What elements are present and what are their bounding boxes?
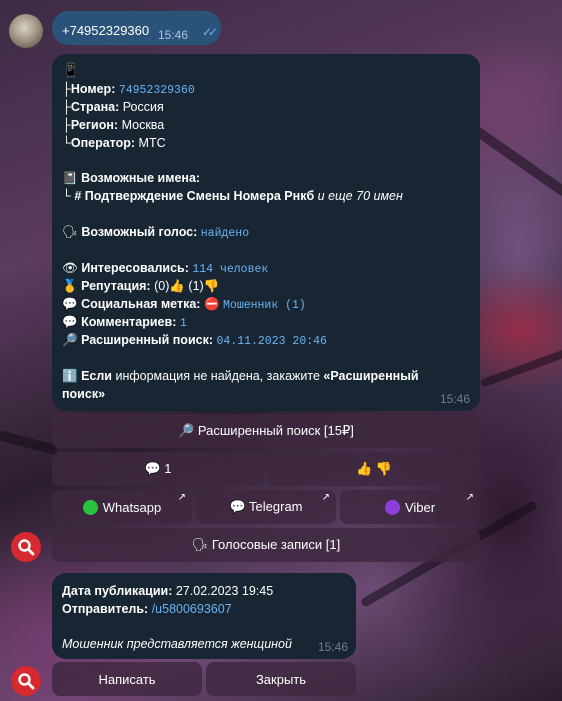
phone-value[interactable]: 74952329360: [119, 84, 195, 97]
social-label: Социальная метка:: [81, 297, 201, 311]
outgoing-text: +74952329360: [62, 23, 150, 38]
comment-text: Мошенник представляется женщиной: [62, 637, 292, 651]
info-quote-1: «Расширенный: [323, 369, 419, 383]
phone-label: ├Номер:: [62, 82, 116, 96]
speaking-head-icon: 🗣: [62, 225, 78, 239]
external-link-icon: ↗: [177, 492, 186, 503]
voice-records-button[interactable]: 🗣 Голосовые записи [1]: [52, 528, 480, 562]
eye-icon: 👁: [62, 261, 78, 275]
search-fab[interactable]: [11, 532, 41, 562]
medal-icon: 🥇: [62, 279, 78, 293]
sender-link[interactable]: /u5800693607: [152, 602, 232, 616]
comments-button[interactable]: 💬 1: [52, 452, 264, 486]
comment-message: Дата публикации: 27.02.2023 19:45 Отправ…: [52, 573, 356, 659]
rep-down-count: (1): [188, 279, 204, 293]
names-more: и еще 70 имен: [317, 189, 403, 203]
viber-button[interactable]: Viber ↗: [340, 490, 480, 524]
wallpaper-stroke: [480, 342, 562, 388]
info-text: информация не найдена, закажите: [111, 369, 324, 383]
info-icon: ℹ️: [62, 369, 78, 383]
interested-value: 114 человек: [192, 263, 269, 276]
reputation-label: Репутация:: [81, 279, 151, 293]
telegram-label: 💬 Telegram: [229, 499, 303, 514]
info-quote-2: поиск»: [62, 387, 106, 401]
voice-value: найдено: [200, 227, 250, 240]
outgoing-time: 15:46: [158, 28, 189, 42]
viber-label: Viber: [404, 499, 436, 515]
viber-icon: [384, 499, 400, 515]
thumbs-up-icon: 👍: [169, 279, 185, 293]
external-link-icon: ↗: [465, 492, 474, 503]
date-label: Дата публикации:: [62, 584, 173, 598]
sender-label: Отправитель:: [62, 602, 149, 616]
region-label: ├Регион:: [62, 118, 119, 132]
comments-label: Комментариев:: [81, 315, 177, 329]
comment-time: 15:46: [317, 640, 348, 654]
notebook-icon: 📓: [62, 171, 78, 185]
telegram-button[interactable]: 💬 Telegram ↗: [196, 490, 336, 524]
country-label: ├Страна:: [62, 100, 120, 114]
outgoing-message: +74952329360 15:46 ✓✓: [52, 11, 221, 45]
date-value: 27.02.2023 19:45: [175, 584, 274, 598]
phone-icon: 📱: [62, 62, 80, 78]
rep-up-count: (0): [154, 279, 170, 293]
extended-value: 04.11.2023 20:46: [216, 335, 327, 348]
names-label: Возможные имена:: [81, 171, 201, 185]
write-button[interactable]: Написать: [52, 662, 202, 696]
comments-value: 1: [179, 317, 187, 330]
operator-value: МТС: [138, 136, 166, 150]
whatsapp-button[interactable]: Whatsapp ↗: [52, 490, 192, 524]
whatsapp-icon: [82, 499, 98, 515]
magnifier-icon: 🔎: [62, 333, 78, 347]
thumbs-down-icon: 👎: [203, 279, 220, 293]
tree-prefix: └: [62, 189, 71, 203]
speech-icon: 💬: [62, 315, 78, 329]
search-icon: [18, 673, 35, 690]
operator-label: └Оператор:: [62, 136, 136, 150]
extended-label: Расширенный поиск:: [81, 333, 214, 347]
external-link-icon: ↗: [321, 492, 330, 503]
names-value: # Подтверждение Смены Номера Рнкб: [74, 189, 315, 203]
close-button[interactable]: Закрыть: [206, 662, 356, 696]
interested-label: Интересовались:: [81, 261, 189, 275]
whatsapp-label: Whatsapp: [102, 499, 162, 515]
speech-icon: 💬: [62, 297, 78, 311]
social-value: Мошенник (1): [223, 299, 306, 312]
user-avatar[interactable]: [9, 14, 43, 48]
read-ticks-icon: ✓✓: [202, 25, 218, 39]
reactions-button[interactable]: 👍 👎: [268, 452, 480, 486]
report-time: 15:46: [439, 392, 470, 406]
wallpaper-stroke: [0, 430, 58, 456]
report-message: 📱 ├Номер: 74952329360 ├Страна: Россия ├Р…: [52, 54, 480, 411]
search-fab[interactable]: [11, 666, 41, 696]
region-value: Москва: [121, 118, 165, 132]
search-icon: [18, 539, 35, 556]
voice-label: Возможный голос:: [81, 225, 198, 239]
extended-search-button[interactable]: 🔎 Расширенный поиск [15₽]: [52, 414, 480, 448]
no-entry-icon: ⛔: [203, 297, 220, 311]
country-value: Россия: [122, 100, 164, 114]
info-bold: Если: [81, 369, 112, 383]
